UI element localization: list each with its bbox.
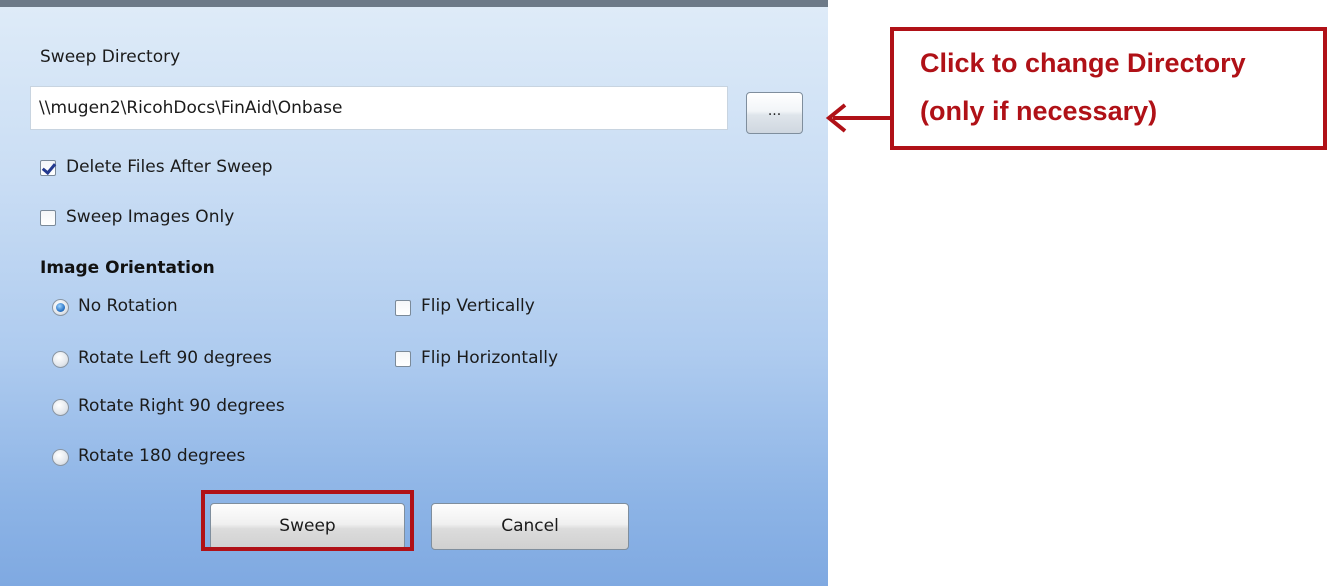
sweep-directory-label: Sweep Directory	[40, 47, 181, 67]
flip-vertically-label[interactable]: Flip Vertically	[421, 296, 535, 316]
flip-vertically-checkbox[interactable]	[395, 300, 411, 316]
no-rotation-label[interactable]: No Rotation	[78, 296, 178, 316]
flip-horizontally-checkbox[interactable]	[395, 351, 411, 367]
annotation-callout: Click to change Directory (only if neces…	[890, 27, 1327, 150]
callout-line-1: Click to change Directory	[920, 48, 1246, 78]
callout-arrow-icon	[825, 103, 891, 133]
sweep-images-only-label[interactable]: Sweep Images Only	[66, 207, 234, 227]
sweep-images-only-checkbox[interactable]	[40, 210, 56, 226]
rotate-180-label[interactable]: Rotate 180 degrees	[78, 446, 245, 466]
rotate-left-90-radio[interactable]	[52, 351, 69, 368]
image-orientation-title: Image Orientation	[40, 258, 215, 278]
browse-directory-button[interactable]: ...	[746, 92, 803, 134]
rotate-left-90-label[interactable]: Rotate Left 90 degrees	[78, 348, 272, 368]
sweep-dialog: Sweep Directory ... Delete Files After S…	[0, 0, 828, 586]
flip-horizontally-label[interactable]: Flip Horizontally	[421, 348, 558, 368]
delete-files-checkbox[interactable]	[40, 160, 56, 176]
rotate-180-radio[interactable]	[52, 449, 69, 466]
delete-files-label[interactable]: Delete Files After Sweep	[66, 157, 273, 177]
sweep-directory-input[interactable]	[30, 86, 728, 130]
cancel-button[interactable]: Cancel	[431, 503, 629, 550]
sweep-button[interactable]: Sweep	[210, 503, 405, 550]
no-rotation-radio[interactable]	[52, 299, 69, 316]
rotate-right-90-radio[interactable]	[52, 399, 69, 416]
rotate-right-90-label[interactable]: Rotate Right 90 degrees	[78, 396, 285, 416]
callout-line-2: (only if necessary)	[920, 96, 1158, 126]
